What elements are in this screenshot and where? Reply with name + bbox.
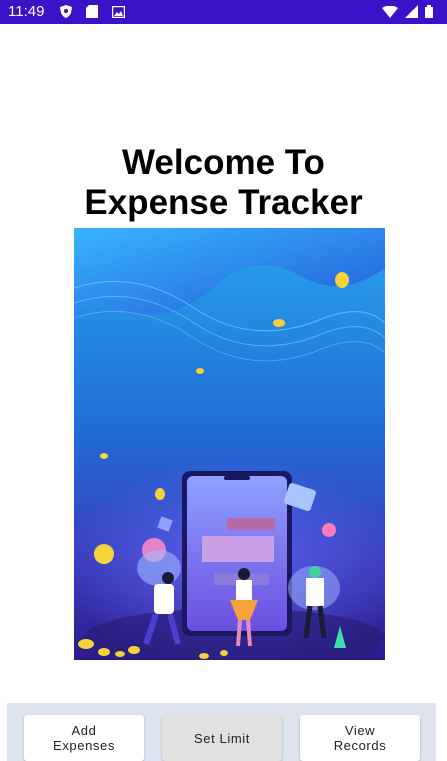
status-time: 11:49: [8, 3, 45, 20]
page-title-line1: Welcome To: [122, 143, 325, 182]
photo-icon: [112, 5, 125, 18]
set-limit-button[interactable]: Set Limit: [162, 715, 282, 761]
signal-icon: [405, 5, 418, 18]
hero-illustration: [74, 228, 385, 660]
bottom-button-bar: Add Expenses Set Limit View Records: [7, 703, 436, 761]
add-expenses-button[interactable]: Add Expenses: [24, 715, 144, 761]
status-icons-left: [60, 5, 125, 18]
battery-icon: [425, 5, 433, 18]
shield-icon: [60, 5, 72, 18]
view-records-button[interactable]: View Records: [300, 715, 420, 761]
wifi-icon: [382, 5, 398, 18]
page-title-line2: Expense Tracker: [84, 183, 363, 222]
finance-illustration-icon: [74, 228, 385, 660]
page-title: Welcome To Expense Tracker: [0, 143, 447, 223]
status-bar: 11:49: [0, 0, 447, 24]
status-icons-right: [382, 5, 433, 18]
sd-card-icon: [86, 5, 98, 18]
